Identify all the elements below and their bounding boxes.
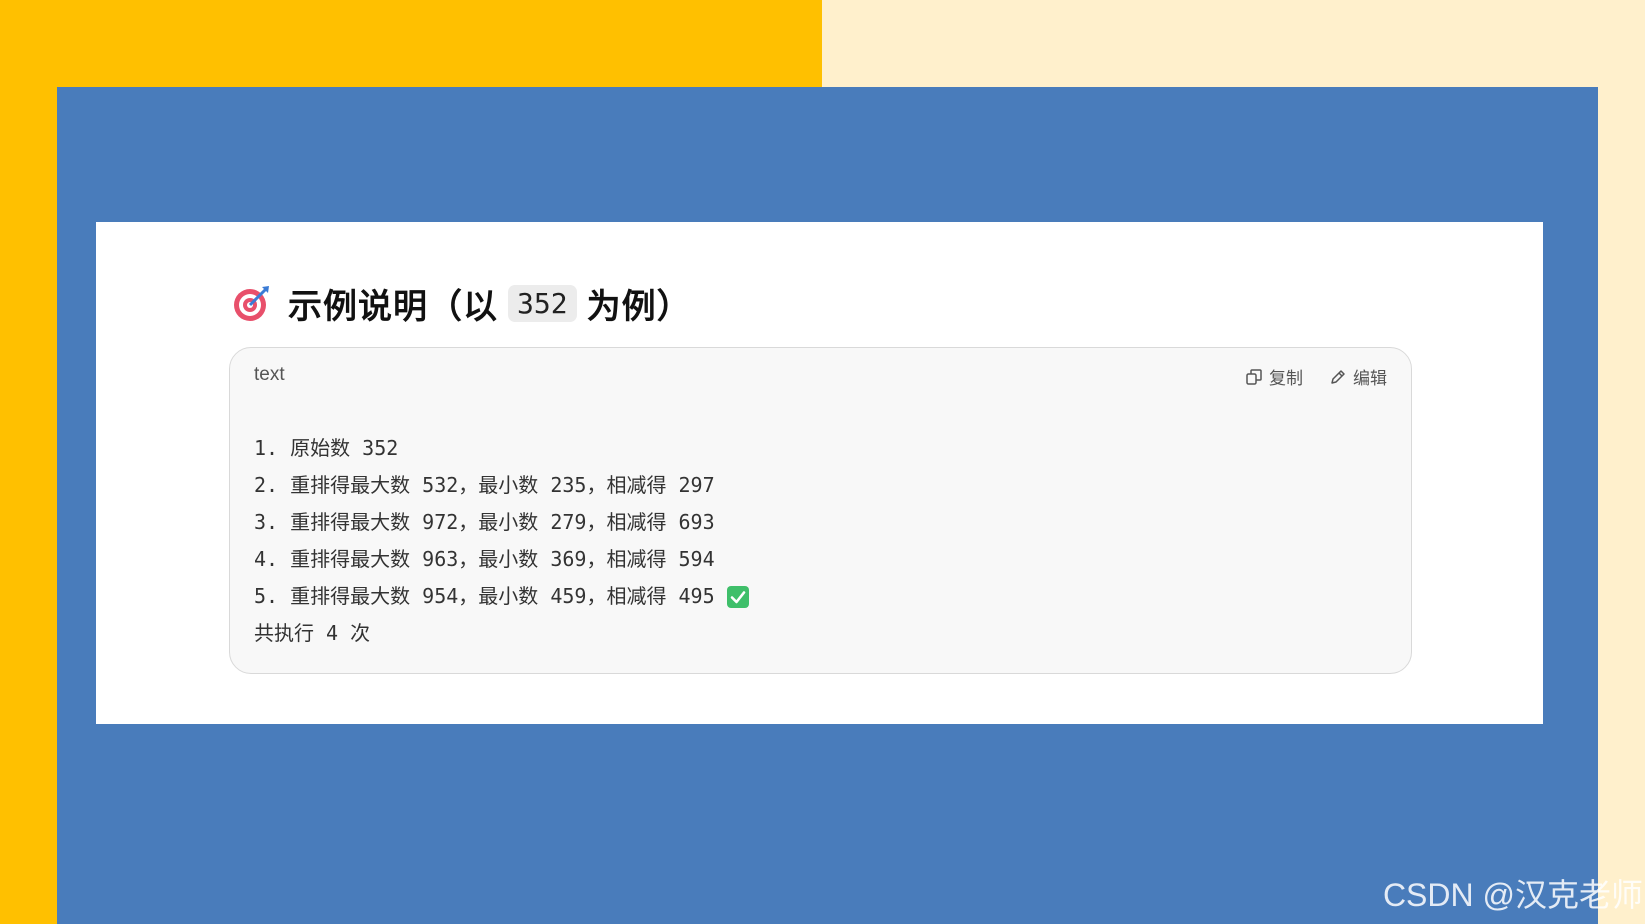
target-icon [234, 286, 269, 321]
code-language-label: text [254, 364, 285, 385]
check-mark-icon [726, 585, 749, 608]
heading-text-before: 示例说明（以 [288, 286, 498, 327]
code-line-5: 5. 重排得最大数 954，最小数 459，相减得 495 [254, 578, 749, 615]
code-line-2: 2. 重排得最大数 532，最小数 235，相减得 297 [254, 473, 715, 497]
edit-icon [1331, 369, 1345, 384]
heading-text-after: 为例） [586, 286, 692, 327]
code-line-6: 共执行 4 次 [254, 621, 371, 645]
background-cream-right [1598, 87, 1645, 924]
copy-icon [1246, 368, 1262, 385]
section-heading: 示例说明（以 352 为例） [232, 278, 692, 328]
code-line-3: 3. 重排得最大数 972，最小数 279，相减得 693 [254, 510, 715, 534]
code-line-1: 1. 原始数 352 [254, 436, 399, 460]
edit-button[interactable]: 编辑 [1329, 364, 1387, 389]
heading-code-chip: 352 [508, 284, 577, 322]
edit-label: 编辑 [1353, 369, 1387, 389]
background-gold-left [0, 0, 57, 924]
background-cream-top [822, 0, 1645, 87]
background-gold-top [0, 0, 822, 87]
copy-label: 复制 [1269, 369, 1303, 389]
code-actions: 复制 编辑 [1245, 364, 1387, 389]
csdn-watermark: CSDN @汉克老师 [1382, 877, 1643, 913]
code-lines: 1. 原始数 352 2. 重排得最大数 532，最小数 235，相减得 297… [254, 430, 749, 652]
code-line-4: 4. 重排得最大数 963，最小数 369，相减得 594 [254, 547, 715, 571]
copy-button[interactable]: 复制 [1245, 364, 1303, 389]
code-block: text 复制 编辑 1. 原始数 352 2. 重排得最大数 532，最小数 … [229, 347, 1412, 674]
code-line-5-text: 5. 重排得最大数 954，最小数 459，相减得 495 [254, 584, 715, 608]
